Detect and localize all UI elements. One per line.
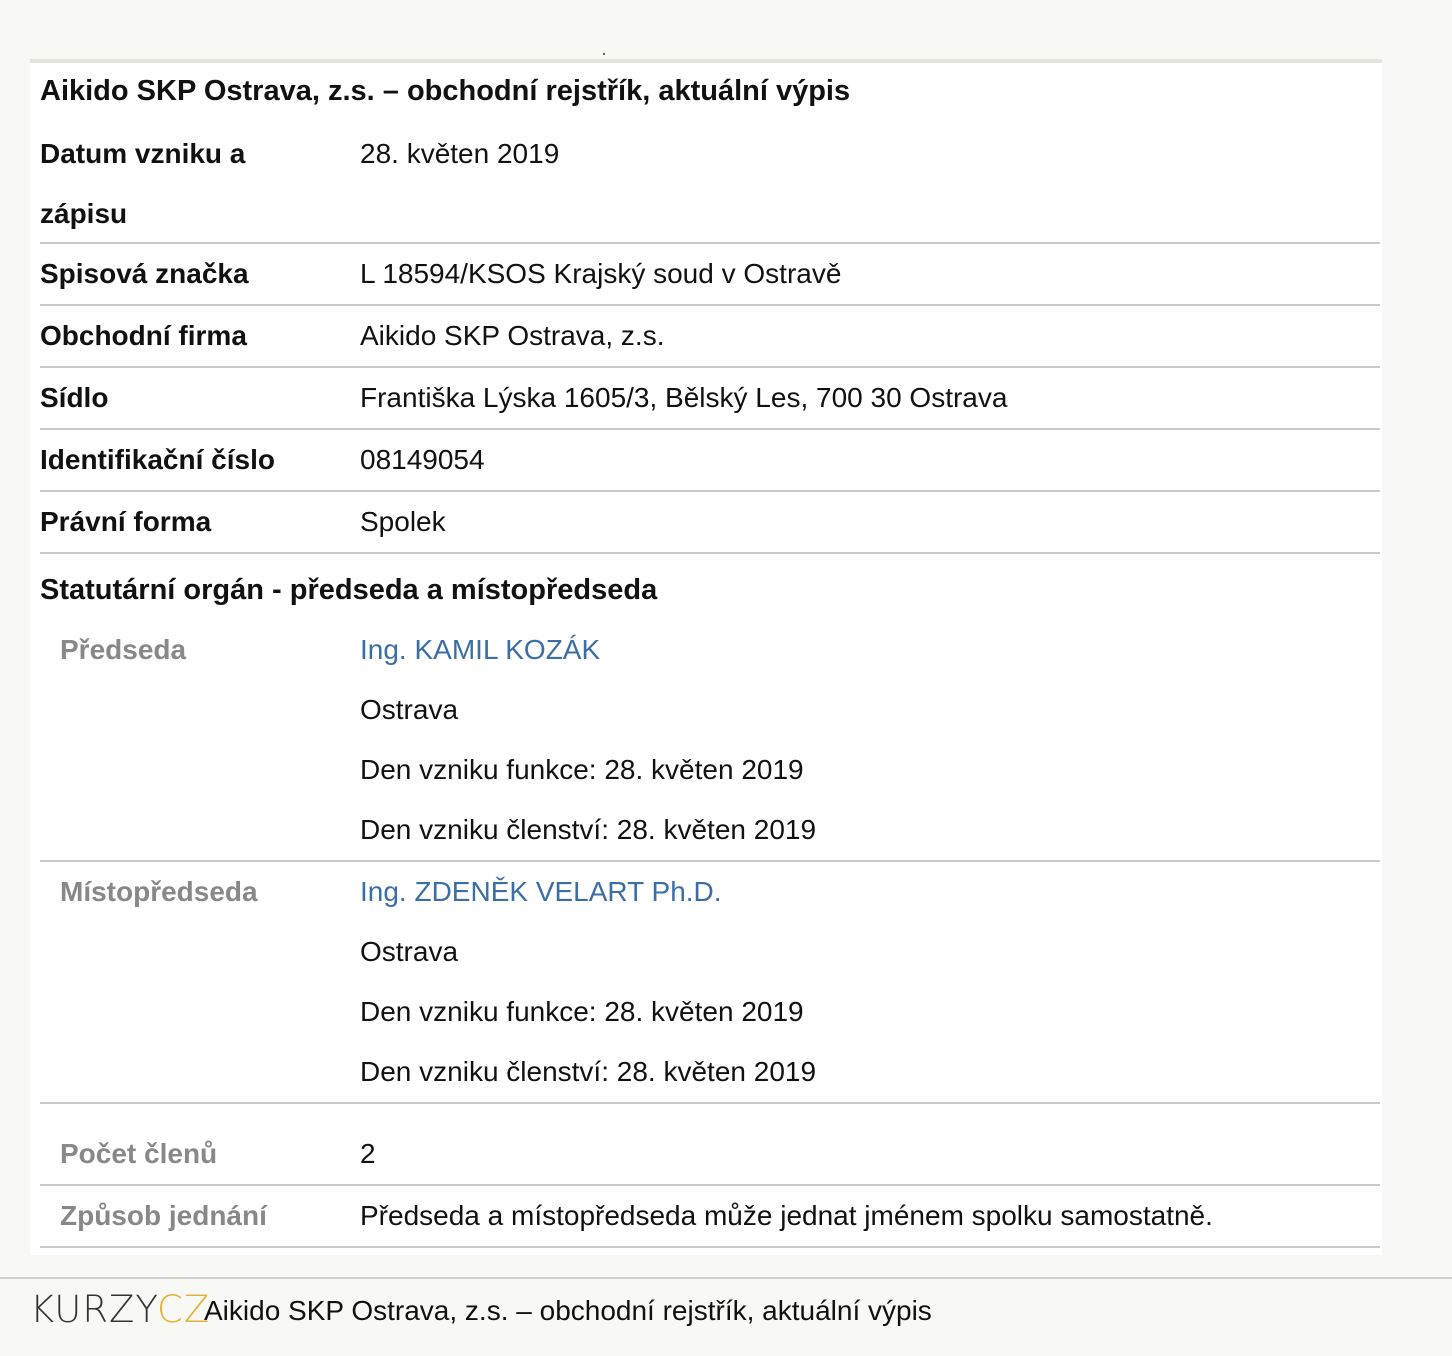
top-dot: [603, 53, 605, 55]
person-link[interactable]: Ing. KAMIL KOZÁK: [360, 634, 600, 665]
footer: KURZYCZ Aikido SKP Ostrava, z.s. – obcho…: [0, 1277, 1452, 1356]
row-identifikacni-cislo: Identifikační číslo 08149054: [40, 430, 1380, 492]
register-card: Aikido SKP Ostrava, z.s. – obchodní rejs…: [30, 59, 1382, 1255]
member-city: Ostrava: [360, 694, 459, 725]
zpusob-value: Předseda a místopředseda může jednat jmé…: [360, 1200, 1213, 1231]
member-membership-start: Den vzniku členství: 28. květen 2019: [360, 1056, 817, 1087]
row-zpusob-jednani: Způsob jednání Předseda a místopředseda …: [40, 1186, 1380, 1248]
member-city: Ostrava: [360, 936, 459, 967]
firma-value: Aikido SKP Ostrava, z.s.: [360, 320, 665, 351]
firma-label: Obchodní firma: [40, 320, 247, 351]
member-function-start: Den vzniku funkce: 28. květen 2019: [360, 754, 804, 785]
spisova-label: Spisová značka: [40, 258, 249, 289]
member-role: Předseda: [60, 634, 187, 665]
row-pravni-forma: Právní forma Spolek: [40, 492, 1380, 554]
sidlo-label: Sídlo: [40, 382, 109, 413]
logo-cz: CZ: [156, 1288, 211, 1331]
footer-title: Aikido SKP Ostrava, z.s. – obchodní rejs…: [204, 1295, 932, 1326]
datum-label: Datum vzniku a zápisu: [40, 138, 246, 229]
member-role: Místopředseda: [60, 876, 258, 907]
pocet-value: 2: [360, 1138, 376, 1169]
statutory-section-title: Statutární orgán - předseda a místopředs…: [40, 574, 658, 606]
member-function-start: Den vzniku funkce: 28. květen 2019: [360, 996, 804, 1027]
pravni-label: Právní forma: [40, 506, 212, 537]
pravni-value: Spolek: [360, 506, 446, 537]
pocet-label: Počet členů: [60, 1138, 218, 1169]
ico-label: Identifikační číslo: [40, 444, 275, 475]
datum-value: 28. květen 2019: [360, 138, 560, 169]
member-mistopredseda: Místopředseda Ing. ZDENĚK VELART Ph.D. O…: [40, 862, 1380, 1104]
zpusob-label: Způsob jednání: [60, 1200, 267, 1231]
sidlo-value: Františka Lýska 1605/3, Bělský Les, 700 …: [360, 382, 1008, 413]
member-predseda: Předseda Ing. KAMIL KOZÁK Ostrava Den vz…: [40, 620, 1380, 862]
document-title: Aikido SKP Ostrava, z.s. – obchodní rejs…: [40, 75, 851, 107]
kurzy-logo[interactable]: KURZYCZ: [30, 1288, 210, 1332]
spisova-value: L 18594/KSOS Krajský soud v Ostravě: [360, 258, 842, 289]
member-membership-start: Den vzniku členství: 28. květen 2019: [360, 814, 817, 845]
person-link[interactable]: Ing. ZDENĚK VELART Ph.D.: [360, 876, 722, 907]
ico-value: 08149054: [360, 444, 485, 475]
row-spisova-znacka: Spisová značka L 18594/KSOS Krajský soud…: [40, 244, 1380, 306]
member-details: Ing. KAMIL KOZÁK Ostrava Den vzniku funk…: [360, 620, 816, 860]
row-datum-vzniku: Datum vzniku a zápisu 28. květen 2019: [40, 124, 1380, 244]
row-obchodni-firma: Obchodní firma Aikido SKP Ostrava, z.s.: [40, 306, 1380, 368]
row-sidlo: Sídlo Františka Lýska 1605/3, Bělský Les…: [40, 368, 1380, 430]
logo-kurzy: KURZY: [30, 1288, 157, 1331]
row-pocet-clenu: Počet členů 2: [40, 1104, 1380, 1186]
member-details: Ing. ZDENĚK VELART Ph.D. Ostrava Den vzn…: [360, 862, 816, 1102]
